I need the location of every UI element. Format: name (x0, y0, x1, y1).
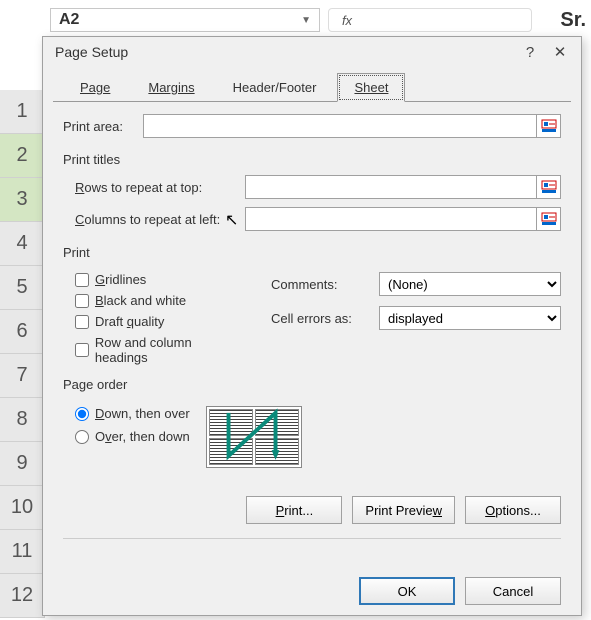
print-titles-label: Print titles (63, 152, 561, 167)
name-box[interactable]: A2 ▼ (50, 8, 320, 32)
print-button[interactable]: Print... (246, 496, 342, 524)
cell-preview-value: Sr. (540, 9, 586, 32)
help-icon[interactable]: ? (515, 41, 545, 63)
over-then-down-radio[interactable]: Over, then down (75, 429, 190, 444)
row-header[interactable]: 1 (0, 90, 45, 134)
print-section-label: Print (63, 245, 561, 260)
down-then-over-radio-input[interactable] (75, 407, 89, 421)
dialog-content: Print area: Print titles Rows to repeat … (43, 102, 581, 615)
row-header[interactable]: 11 (0, 530, 45, 574)
dialog-title: Page Setup (55, 44, 515, 60)
row-col-headings-checkbox-input[interactable] (75, 343, 89, 357)
cell-errors-select[interactable]: displayed (379, 306, 561, 330)
row-header[interactable]: 10 (0, 486, 45, 530)
cols-repeat-input[interactable] (245, 207, 537, 231)
tab-sheet[interactable]: Sheet (337, 73, 405, 102)
page-setup-dialog: Page Setup ? ✕ Page Margins Header/Foote… (42, 36, 582, 616)
draft-quality-checkbox[interactable]: Draft quality (75, 314, 247, 329)
row-header[interactable]: 9 (0, 442, 45, 486)
cell-errors-label: Cell errors as: (271, 311, 371, 326)
dialog-tabs: Page Margins Header/Footer Sheet (43, 67, 581, 102)
draft-quality-checkbox-input[interactable] (75, 315, 89, 329)
row-header[interactable]: 8 (0, 398, 45, 442)
print-area-label: Print area: (63, 119, 143, 134)
formula-bar: A2 ▼ fx Sr. (50, 6, 586, 34)
down-then-over-radio[interactable]: Down, then over (75, 406, 190, 421)
over-then-down-radio-input[interactable] (75, 430, 89, 444)
page-order-label: Page order (63, 377, 561, 392)
gridlines-checkbox[interactable]: Gridlines (75, 272, 247, 287)
print-preview-button[interactable]: Print Preview (352, 496, 455, 524)
comments-label: Comments: (271, 277, 371, 292)
row-header[interactable]: 2 (0, 134, 45, 178)
row-header[interactable]: 12 (0, 574, 45, 618)
cell-reference: A2 (59, 11, 79, 29)
row-header[interactable]: 6 (0, 310, 45, 354)
collapse-dialog-icon[interactable] (537, 114, 561, 138)
black-white-checkbox[interactable]: Black and white (75, 293, 247, 308)
row-headers: 1 2 3 4 5 6 7 8 9 10 11 12 (0, 90, 45, 618)
options-button[interactable]: Options... (465, 496, 561, 524)
row-header[interactable]: 4 (0, 222, 45, 266)
row-col-headings-checkbox[interactable]: Row and column headings (75, 335, 247, 365)
fx-icon[interactable]: fx (335, 8, 359, 32)
collapse-dialog-icon[interactable] (537, 207, 561, 231)
black-white-checkbox-input[interactable] (75, 294, 89, 308)
tab-page[interactable]: Page (63, 73, 127, 102)
gridlines-checkbox-input[interactable] (75, 273, 89, 287)
row-header[interactable]: 3 (0, 178, 45, 222)
dialog-titlebar: Page Setup ? ✕ (43, 37, 581, 67)
row-header[interactable]: 5 (0, 266, 45, 310)
cols-repeat-label: Columns to repeat at left: (75, 212, 245, 227)
page-order-preview (206, 406, 302, 468)
rows-repeat-label: Rows to repeat at top: (75, 180, 245, 195)
chevron-down-icon[interactable]: ▼ (301, 15, 311, 26)
row-header[interactable]: 7 (0, 354, 45, 398)
print-area-input[interactable] (143, 114, 537, 138)
comments-select[interactable]: (None) (379, 272, 561, 296)
ok-button[interactable]: OK (359, 577, 455, 605)
cancel-button[interactable]: Cancel (465, 577, 561, 605)
tab-header-footer[interactable]: Header/Footer (216, 73, 334, 102)
close-icon[interactable]: ✕ (545, 41, 575, 63)
collapse-dialog-icon[interactable] (537, 175, 561, 199)
tab-margins[interactable]: Margins (131, 73, 211, 102)
rows-repeat-input[interactable] (245, 175, 537, 199)
